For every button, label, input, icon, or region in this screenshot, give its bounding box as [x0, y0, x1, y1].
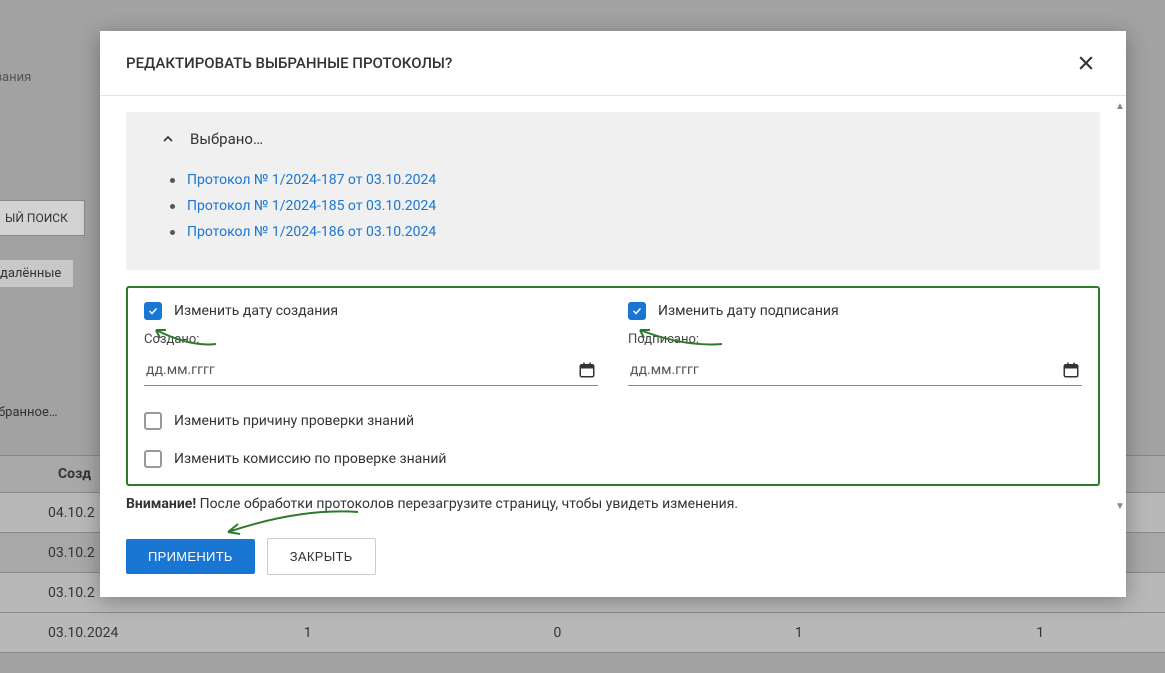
- edit-form-section: Изменить дату создания Создано: дд.мм.гг…: [126, 286, 1100, 486]
- checkmark-icon: [147, 305, 159, 317]
- change-reason-checkbox[interactable]: [144, 412, 162, 430]
- checkmark-icon: [631, 305, 643, 317]
- change-reason-label[interactable]: Изменить причину проверки знаний: [174, 413, 414, 429]
- bullet-icon: [170, 178, 175, 183]
- change-creation-date-label[interactable]: Изменить дату создания: [174, 303, 338, 319]
- signed-label: Подписано:: [628, 332, 1082, 347]
- scroll-up-icon: ▲: [1115, 102, 1123, 112]
- modal-title: РЕДАКТИРОВАТЬ ВЫБРАННЫЕ ПРОТОКОЛЫ?: [126, 54, 452, 72]
- scroll-down-icon: ▼: [1115, 502, 1123, 512]
- close-button-footer[interactable]: ЗАКРЫТЬ: [267, 538, 376, 575]
- date-placeholder: дд.мм.гггг: [146, 362, 215, 378]
- protocol-link[interactable]: Протокол № 1/2024-185 от 03.10.2024: [187, 198, 436, 214]
- created-date-input[interactable]: дд.мм.гггг: [144, 355, 598, 386]
- bullet-icon: [170, 230, 175, 235]
- bg-search-button: ЫЙ ПОИСК: [0, 200, 85, 236]
- close-button[interactable]: [1072, 49, 1100, 77]
- protocol-list: Протокол № 1/2024-187 от 03.10.2024 Прот…: [150, 172, 1076, 240]
- warning-bold: Внимание!: [126, 496, 196, 512]
- modal-body: ▲ ▼ Выбрано… Протокол № 1/2024-187 от 03…: [100, 96, 1126, 518]
- change-commission-checkbox[interactable]: [144, 450, 162, 468]
- change-creation-date-checkbox[interactable]: [144, 302, 162, 320]
- change-signing-date-label[interactable]: Изменить дату подписания: [658, 303, 839, 319]
- chevron-up-icon: [160, 131, 176, 147]
- change-signing-date-checkbox[interactable]: [628, 302, 646, 320]
- protocol-link[interactable]: Протокол № 1/2024-186 от 03.10.2024: [187, 224, 436, 240]
- warning-text: Внимание! После обработки протоколов пер…: [126, 496, 1100, 512]
- bg-deleted-tab: далённые: [0, 260, 73, 287]
- bg-col-created: Созд: [0, 466, 91, 482]
- change-commission-label[interactable]: Изменить комиссию по проверке знаний: [174, 451, 447, 467]
- modal-footer: ПРИМЕНИТЬ ЗАКРЫТЬ: [100, 518, 1126, 597]
- calendar-icon[interactable]: [578, 361, 596, 379]
- calendar-icon[interactable]: [1062, 361, 1080, 379]
- bg-selected-partial: ыбранное…: [0, 405, 58, 420]
- modal-header: РЕДАКТИРОВАТЬ ВЫБРАННЫЕ ПРОТОКОЛЫ?: [100, 31, 1126, 96]
- warning-rest: После обработки протоколов перезагрузите…: [196, 496, 738, 512]
- protocol-link[interactable]: Протокол № 1/2024-187 от 03.10.2024: [187, 172, 436, 188]
- creation-col: Изменить дату создания Создано: дд.мм.гг…: [144, 302, 598, 386]
- selected-protocols-panel: Выбрано… Протокол № 1/2024-187 от 03.10.…: [126, 112, 1100, 270]
- close-icon: [1076, 53, 1096, 73]
- list-item: Протокол № 1/2024-187 от 03.10.2024: [170, 172, 1076, 188]
- bullet-icon: [170, 204, 175, 209]
- signed-date-input[interactable]: дд.мм.гггг: [628, 355, 1082, 386]
- bg-header-partial: звания: [0, 70, 31, 85]
- selected-toggle[interactable]: Выбрано…: [150, 130, 1076, 148]
- list-item: Протокол № 1/2024-185 от 03.10.2024: [170, 198, 1076, 214]
- list-item: Протокол № 1/2024-186 от 03.10.2024: [170, 224, 1076, 240]
- scrollbar[interactable]: ▲ ▼: [1115, 102, 1123, 512]
- apply-button[interactable]: ПРИМЕНИТЬ: [126, 539, 255, 574]
- edit-protocols-modal: РЕДАКТИРОВАТЬ ВЫБРАННЫЕ ПРОТОКОЛЫ? ▲ ▼ В…: [100, 31, 1126, 597]
- date-placeholder: дд.мм.гггг: [630, 362, 699, 378]
- table-row: 03.10.2024 1 0 1 1: [0, 613, 1165, 653]
- selected-label: Выбрано…: [190, 130, 263, 148]
- signing-col: Изменить дату подписания Подписано: дд.м…: [628, 302, 1082, 386]
- created-label: Создано:: [144, 332, 598, 347]
